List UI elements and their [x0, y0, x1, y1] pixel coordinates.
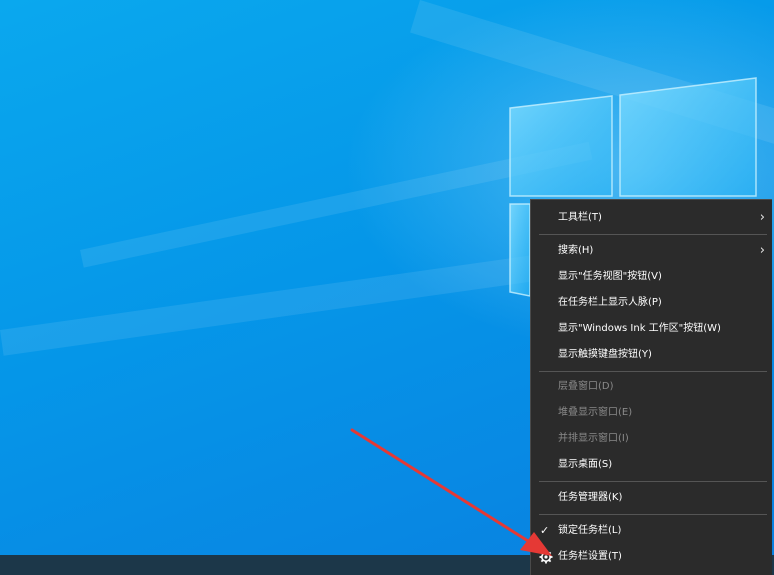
menu-item-label: 锁定任务栏(L): [558, 525, 622, 536]
chevron-right-icon: ›: [759, 210, 765, 225]
menu-item-show-windows-side-by-side: 并排显示窗口(I): [531, 427, 771, 451]
menu-item-label: 搜索(H): [558, 245, 594, 256]
checkmark-icon: ✓: [540, 524, 550, 537]
menu-item-label: 在任务栏上显示人脉(P): [558, 297, 662, 308]
menu-item-show-desktop[interactable]: 显示桌面(S): [531, 453, 771, 477]
menu-item-toolbars[interactable]: 工具栏(T) ›: [531, 206, 771, 230]
menu-item-search[interactable]: 搜索(H) ›: [531, 239, 771, 263]
menu-separator: [539, 514, 767, 515]
menu-item-label: 任务管理器(K): [558, 492, 623, 503]
taskbar-context-menu: 工具栏(T) › 搜索(H) › 显示"任务视图"按钮(V) 在任务栏上显示人脉…: [530, 199, 772, 575]
gear-icon: [539, 550, 553, 564]
menu-separator: [539, 481, 767, 482]
menu-item-task-manager[interactable]: 任务管理器(K): [531, 486, 771, 510]
menu-item-lock-taskbar[interactable]: ✓ 锁定任务栏(L): [531, 519, 771, 543]
menu-item-label: 层叠窗口(D): [558, 381, 614, 392]
menu-item-label: 堆叠显示窗口(E): [558, 407, 633, 418]
chevron-right-icon: ›: [759, 243, 765, 258]
menu-item-label: 工具栏(T): [558, 212, 602, 223]
menu-item-label: 并排显示窗口(I): [558, 433, 629, 444]
menu-separator: [539, 234, 767, 235]
menu-item-label: 显示触摸键盘按钮(Y): [558, 349, 652, 360]
menu-item-label: 显示桌面(S): [558, 459, 613, 470]
menu-separator: [539, 371, 767, 372]
menu-item-show-task-view-button[interactable]: 显示"任务视图"按钮(V): [531, 265, 771, 289]
menu-item-show-touch-keyboard-button[interactable]: 显示触摸键盘按钮(Y): [531, 343, 771, 367]
menu-item-taskbar-settings[interactable]: 任务栏设置(T): [531, 545, 771, 569]
menu-item-label: 任务栏设置(T): [558, 551, 622, 562]
menu-item-show-windows-stacked: 堆叠显示窗口(E): [531, 401, 771, 425]
menu-item-label: 显示"任务视图"按钮(V): [558, 271, 662, 282]
menu-item-label: 显示"Windows Ink 工作区"按钮(W): [558, 323, 721, 334]
menu-item-cascade-windows: 层叠窗口(D): [531, 375, 771, 399]
menu-item-show-windows-ink-button[interactable]: 显示"Windows Ink 工作区"按钮(W): [531, 317, 771, 341]
menu-item-show-people[interactable]: 在任务栏上显示人脉(P): [531, 291, 771, 315]
